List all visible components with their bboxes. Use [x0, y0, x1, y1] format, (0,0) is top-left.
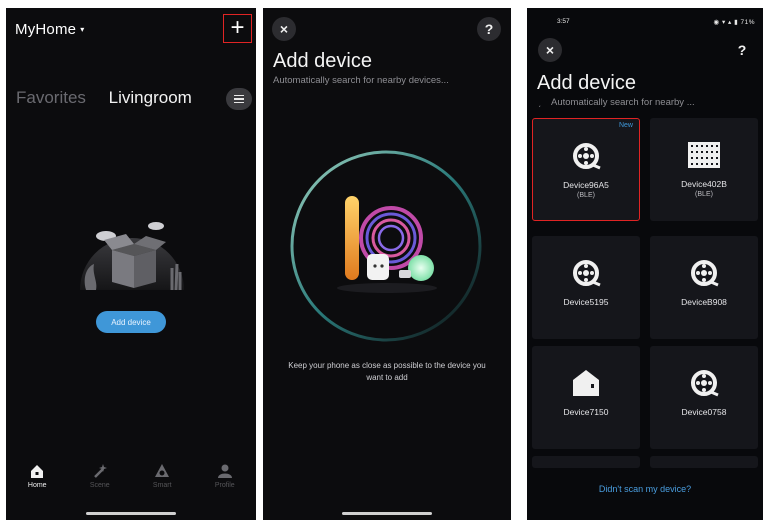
nav-home[interactable]: Home [12, 463, 62, 489]
led-strip-icon [691, 370, 719, 397]
didnt-scan-link[interactable]: Didn't scan my device? [527, 484, 763, 494]
home-icon [31, 465, 44, 478]
nav-scene[interactable]: Scene [75, 463, 125, 489]
page-title: Add device [537, 72, 636, 94]
home-screen: MyHome ▾ + Favorites Livingroom Add devic… [6, 8, 256, 520]
nav-label: Profile [214, 482, 235, 489]
menu-icon-line [234, 98, 244, 100]
help-icon: ? [737, 42, 747, 58]
room-menu-button[interactable] [226, 88, 252, 110]
status-battery: ◉ ▾ ▴ ▮ 71% [713, 18, 755, 26]
status-time: 3:57 [557, 18, 570, 25]
device-name: Device402B [681, 179, 727, 189]
new-badge: New [618, 122, 633, 129]
help-button[interactable]: ? [730, 38, 754, 62]
led-strip-icon [691, 260, 719, 287]
device-card-device96a5[interactable]: New Device96A5 (BLE) [532, 118, 640, 221]
tab-favorites[interactable]: Favorites [16, 88, 86, 107]
add-device-button[interactable]: Add device [96, 311, 166, 333]
device-name: DeviceB908 [681, 297, 727, 307]
nav-label: Scene [89, 482, 110, 489]
close-icon: × [279, 21, 289, 37]
bottom-navigation: Home Scene Smart Profile [6, 463, 256, 503]
device-card-deviceb908[interactable]: DeviceB908 [650, 236, 758, 339]
add-device-scanning-screen: × ? Add device Automatically search for … [263, 8, 511, 520]
close-button[interactable]: × [538, 38, 562, 62]
menu-icon-line [234, 94, 244, 97]
device-protocol: (BLE) [577, 192, 595, 199]
nav-label: Smart [152, 482, 172, 489]
device-name: Device96A5 [563, 180, 609, 190]
device-name: Device5195 [563, 297, 609, 307]
add-device-results-screen: 3:57 ◉ ▾ ▴ ▮ 71% × ? Add device ˏ Automa… [527, 8, 763, 520]
device-protocol: (BLE) [695, 191, 713, 198]
magic-wand-icon [93, 464, 107, 478]
device-scan-illustration [290, 150, 482, 342]
home-selector[interactable]: MyHome ▾ [15, 21, 84, 38]
device-card-device402b[interactable]: Device402B (BLE) [650, 118, 758, 221]
led-panel-icon [688, 142, 720, 168]
device-card-device5195[interactable]: Device5195 [532, 236, 640, 339]
device-card-partial [650, 456, 758, 468]
signal-icons: ◉ ▾ ▴ ▮ [713, 19, 741, 26]
nav-label: Home [27, 482, 47, 489]
nav-profile[interactable]: Profile [200, 463, 250, 489]
device-card-partial [532, 456, 640, 468]
device-name: Device7150 [563, 407, 609, 417]
home-name: MyHome [15, 21, 77, 38]
plus-icon: + [230, 13, 245, 41]
page-subtitle: Automatically search for nearby devices.… [273, 75, 449, 86]
page-subtitle: Automatically search for nearby ... [551, 97, 695, 108]
help-button[interactable]: ? [477, 17, 501, 41]
page-title: Add device [273, 50, 372, 72]
device-card-device7150[interactable]: Device7150 [532, 346, 640, 449]
device-card-device0758[interactable]: Device0758 [650, 346, 758, 449]
close-button[interactable]: × [272, 17, 296, 41]
room-tabs: Favorites Livingroom [16, 88, 192, 108]
tab-livingroom[interactable]: Livingroom [109, 88, 192, 107]
help-icon: ? [484, 21, 494, 37]
close-icon: × [545, 42, 555, 58]
nav-smart[interactable]: Smart [137, 463, 187, 489]
scanning-spinner-icon: ˏ [538, 97, 541, 107]
led-strip-icon [573, 260, 601, 287]
empty-box-illustration [80, 222, 184, 291]
menu-icon-line [234, 101, 244, 104]
add-device-plus-button[interactable]: + [223, 14, 252, 43]
device-name: Device0758 [681, 407, 727, 417]
chevron-down-icon: ▾ [80, 25, 85, 34]
battery-percent: 71% [740, 19, 755, 26]
home-indicator [86, 512, 176, 515]
profile-icon [217, 464, 232, 478]
smart-plug-icon [573, 370, 599, 396]
home-indicator [342, 512, 432, 515]
led-strip-icon [573, 143, 601, 170]
smart-icon [155, 464, 170, 477]
proximity-hint: Keep your phone as close as possible to … [288, 361, 486, 382]
